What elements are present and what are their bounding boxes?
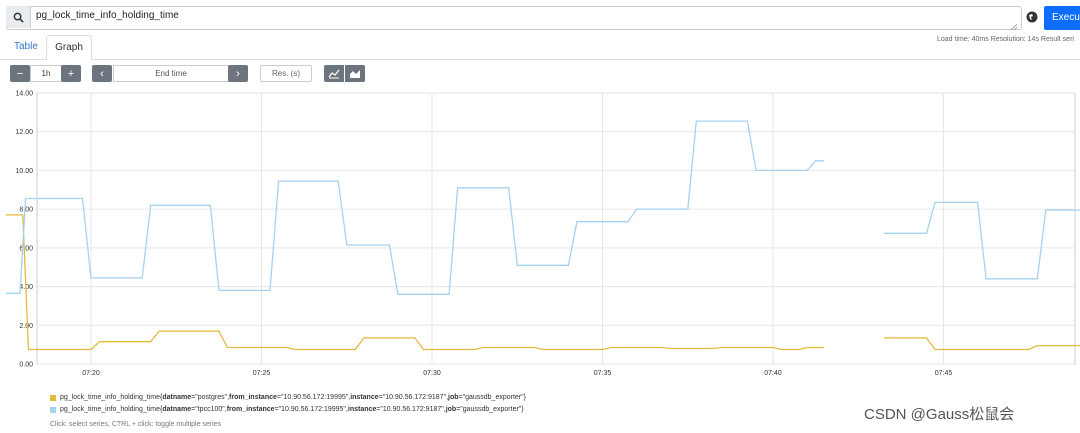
- watermark: CSDN @Gauss松鼠会: [864, 406, 1015, 423]
- search-icon: [6, 6, 31, 28]
- legend-metric: pg_lock_time_info_holding_time{: [60, 406, 163, 413]
- query-stats: Load time: 40ms Resolution: 14s Result s…: [937, 36, 1074, 43]
- y-tick-label: 12.00: [15, 129, 33, 136]
- query-expression[interactable]: pg_lock_time_info_holding_time: [36, 10, 179, 21]
- end-time-input[interactable]: End time: [113, 65, 229, 82]
- label-value: "10.90.56.172:9187": [382, 394, 447, 401]
- resize-handle-icon[interactable]: [1010, 18, 1018, 31]
- x-tick-label: 07:25: [253, 370, 271, 377]
- unstacked-chart-button[interactable]: [324, 65, 344, 82]
- label-value: "gaussdb_exporter": [462, 394, 524, 401]
- legend-item-tpcc100[interactable]: pg_lock_time_info_holding_time{datname = "…: [50, 406, 524, 413]
- legend-metric: pg_lock_time_info_holding_time{: [60, 394, 163, 401]
- x-tick-label: 07:45: [935, 370, 953, 377]
- label-key: datname: [162, 406, 192, 413]
- tab-table[interactable]: Table: [6, 35, 46, 59]
- stacked-chart-button[interactable]: [345, 65, 365, 82]
- series-swatch: [50, 394, 56, 401]
- label-close: }: [521, 406, 524, 413]
- label-key: instance: [347, 406, 377, 413]
- y-tick-label: 10.00: [15, 168, 33, 175]
- area-chart-icon: [350, 70, 360, 78]
- line-chart-icon: [328, 69, 340, 79]
- series-swatch: [50, 406, 56, 413]
- label-key: instance: [350, 394, 379, 401]
- x-tick-label: 07:30: [423, 370, 441, 377]
- x-tick-label: 07:40: [764, 370, 782, 377]
- previous-time-button[interactable]: ‹: [92, 65, 112, 82]
- increase-range-button[interactable]: +: [61, 65, 81, 82]
- legend-hint: Click: select series, CTRL + click: togg…: [50, 421, 222, 428]
- y-tick-label: 6.00: [19, 245, 33, 252]
- metrics-explorer-icon[interactable]: [1024, 9, 1040, 25]
- label-key: from_instance: [226, 406, 275, 413]
- graph-chart[interactable]: 0.002.004.006.008.0010.0012.0014.0007:20…: [0, 86, 1080, 382]
- x-tick-label: 07:20: [82, 370, 100, 377]
- resolution-input[interactable]: Res. (s): [260, 65, 312, 82]
- label-value: "10.90.56.172:19995": [280, 394, 349, 401]
- label-key: from_instance: [229, 394, 277, 401]
- label-value: "10.90.56.172:9187": [380, 406, 444, 413]
- tab-graph[interactable]: Graph: [46, 35, 92, 60]
- label-close: }: [523, 394, 526, 401]
- tab-divider: [0, 59, 1080, 60]
- label-value: "postgres": [195, 394, 228, 401]
- y-tick-label: 14.00: [15, 91, 33, 98]
- decrease-range-button[interactable]: −: [10, 65, 30, 82]
- label-key: job: [445, 406, 457, 413]
- y-tick-label: 2.00: [19, 323, 33, 330]
- next-time-button[interactable]: ›: [228, 65, 248, 82]
- label-value: "gaussdb_exporter": [460, 406, 522, 413]
- execute-button[interactable]: Execut: [1044, 6, 1080, 30]
- label-value: "10.90.56.172:19995": [278, 406, 346, 413]
- plot-area: [36, 92, 1076, 365]
- y-tick-label: 0.00: [19, 362, 33, 369]
- label-key: job: [448, 394, 459, 401]
- label-key: datname: [162, 394, 192, 401]
- range-input[interactable]: 1h: [30, 65, 62, 82]
- legend-item-postgres[interactable]: pg_lock_time_info_holding_time{datname = "…: [50, 394, 526, 401]
- y-tick-label: 8.00: [19, 207, 33, 214]
- label-value: "tpcc100": [195, 406, 225, 413]
- x-tick-label: 07:35: [594, 370, 612, 377]
